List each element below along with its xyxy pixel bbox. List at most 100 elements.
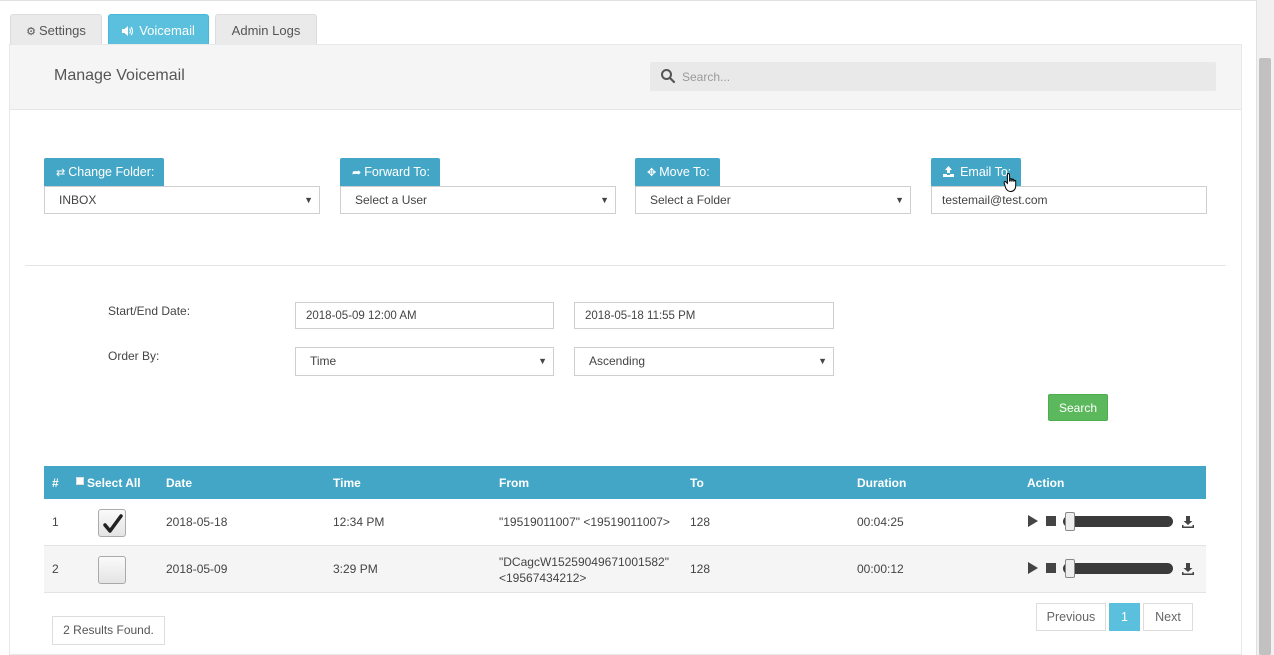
end-date-value: 2018-05-18 11:55 PM (585, 310, 696, 322)
row-number: 2 (52, 562, 59, 576)
next-page-button[interactable]: Next (1143, 603, 1193, 631)
col-from: From (499, 476, 529, 490)
page-1-button[interactable]: 1 (1109, 603, 1140, 631)
col-duration: Duration (857, 476, 907, 490)
col-action: Action (1027, 476, 1065, 490)
chevron-down-icon: ▼ (600, 195, 609, 205)
row-duration: 00:00:12 (857, 562, 904, 576)
move-to-label: Move To: (659, 165, 710, 179)
seek-handle[interactable] (1065, 512, 1075, 531)
checkmark-icon (103, 514, 123, 533)
panel-header: Manage Voicemail (10, 45, 1241, 110)
user-select-value: Select a User (355, 193, 428, 207)
upload-icon (943, 166, 957, 179)
order-by-label: Order By: (108, 349, 160, 363)
download-icon[interactable] (1182, 563, 1194, 575)
date-range-label: Start/End Date: (108, 304, 191, 318)
table-header: # Select All Date Time From To Duration … (44, 466, 1206, 499)
tab-voicemail-label: Voicemail (139, 23, 195, 38)
forward-to-label: Forward To: (364, 165, 430, 179)
row-date: 2018-05-18 (166, 515, 228, 529)
row-checkbox[interactable] (98, 556, 126, 584)
table-row: 1 2018-05-18 12:34 PM "19519011007" <195… (44, 499, 1206, 546)
chevron-down-icon: ▼ (895, 195, 904, 205)
gear-icon: ⚙ (26, 26, 36, 38)
move-icon: ✥ (647, 167, 657, 179)
chevron-down-icon: ▼ (538, 356, 547, 366)
col-time: Time (333, 476, 361, 490)
previous-page-button[interactable]: Previous (1036, 603, 1106, 631)
exchange-icon: ⇄ (56, 167, 66, 179)
chevron-down-icon: ▼ (818, 356, 827, 366)
row-from-line1: "DCagcW15259049671001582" (499, 555, 669, 569)
move-to-group: ✥ Move To: Select a Folder ▼ (635, 158, 911, 214)
col-select-all[interactable]: Select All (87, 476, 141, 490)
search-button[interactable]: Search (1048, 394, 1108, 421)
chevron-down-icon: ▼ (304, 195, 313, 205)
play-icon[interactable] (1027, 514, 1039, 528)
user-select[interactable]: Select a User ▼ (340, 186, 616, 214)
voicemail-table: # Select All Date Time From To Duration … (44, 466, 1206, 593)
row-time: 12:34 PM (333, 515, 385, 529)
order-direction-select[interactable]: Ascending ▼ (574, 347, 834, 376)
download-icon[interactable] (1182, 516, 1194, 528)
page-title: Manage Voicemail (54, 67, 185, 84)
order-by-select[interactable]: Time ▼ (295, 347, 554, 376)
audio-player (1027, 559, 1197, 579)
top-border (0, 0, 1256, 1)
change-folder-button[interactable]: ⇄ Change Folder: (44, 158, 165, 186)
move-folder-select[interactable]: Select a Folder ▼ (635, 186, 911, 214)
scrollbar-thumb[interactable] (1259, 58, 1271, 655)
volume-icon (122, 26, 136, 38)
row-from: "19519011007" <19519011007> (499, 515, 670, 529)
move-folder-select-value: Select a Folder (650, 193, 731, 207)
folder-select[interactable]: INBOX ▼ (44, 186, 320, 214)
audio-player (1027, 512, 1197, 532)
seek-bar[interactable] (1063, 563, 1173, 574)
row-to: 128 (690, 515, 711, 529)
forward-to-button[interactable]: ➦ Forward To: (340, 158, 440, 186)
table-row: 2 2018-05-09 3:29 PM "DCagcW152590496710… (44, 546, 1206, 593)
seek-bar[interactable] (1063, 516, 1173, 527)
stop-icon[interactable] (1046, 563, 1056, 573)
hand-cursor-icon (1003, 172, 1017, 193)
divider (25, 265, 1226, 266)
forward-to-group: ➦ Forward To: Select a User ▼ (340, 158, 616, 214)
end-date-field[interactable]: 2018-05-18 11:55 PM (574, 302, 834, 329)
tab-settings[interactable]: ⚙ Settings (10, 14, 102, 46)
change-folder-group: ⇄ Change Folder: INBOX ▼ (44, 158, 320, 214)
tab-admin-logs[interactable]: Admin Logs (215, 14, 317, 46)
email-field[interactable]: testemail@test.com (931, 186, 1207, 214)
search-icon (661, 69, 676, 84)
row-to: 128 (690, 562, 711, 576)
col-date: Date (166, 476, 193, 490)
order-direction-value: Ascending (589, 354, 646, 368)
change-folder-label: Change Folder: (68, 165, 155, 179)
results-count: 2 Results Found. (52, 616, 165, 645)
start-date-field[interactable]: 2018-05-09 12:00 AM (295, 302, 554, 329)
email-to-group: Email To: testemail@test.com (931, 158, 1207, 214)
share-icon: ➦ (352, 167, 362, 179)
tab-settings-label: Settings (38, 23, 86, 38)
email-field-value: testemail@test.com (942, 193, 1048, 207)
row-from-line2: <19567434212> (499, 571, 587, 585)
tab-voicemail[interactable]: Voicemail (108, 14, 209, 46)
folder-select-value: INBOX (59, 193, 97, 207)
search-input[interactable] (682, 62, 1202, 91)
seek-handle[interactable] (1065, 559, 1075, 578)
order-by-value: Time (310, 354, 337, 368)
col-number: # (52, 476, 59, 490)
col-to: To (690, 476, 704, 490)
row-date: 2018-05-09 (166, 562, 228, 576)
tab-admin-logs-label: Admin Logs (231, 23, 301, 38)
play-icon[interactable] (1027, 561, 1039, 575)
select-all-checkbox[interactable] (76, 477, 84, 485)
search-box[interactable] (650, 62, 1216, 91)
move-to-button[interactable]: ✥ Move To: (635, 158, 720, 186)
row-time: 3:29 PM (333, 562, 378, 576)
row-checkbox[interactable] (98, 509, 126, 537)
row-number: 1 (52, 515, 59, 529)
start-date-value: 2018-05-09 12:00 AM (306, 310, 417, 322)
stop-icon[interactable] (1046, 516, 1056, 526)
row-duration: 00:04:25 (857, 515, 904, 529)
